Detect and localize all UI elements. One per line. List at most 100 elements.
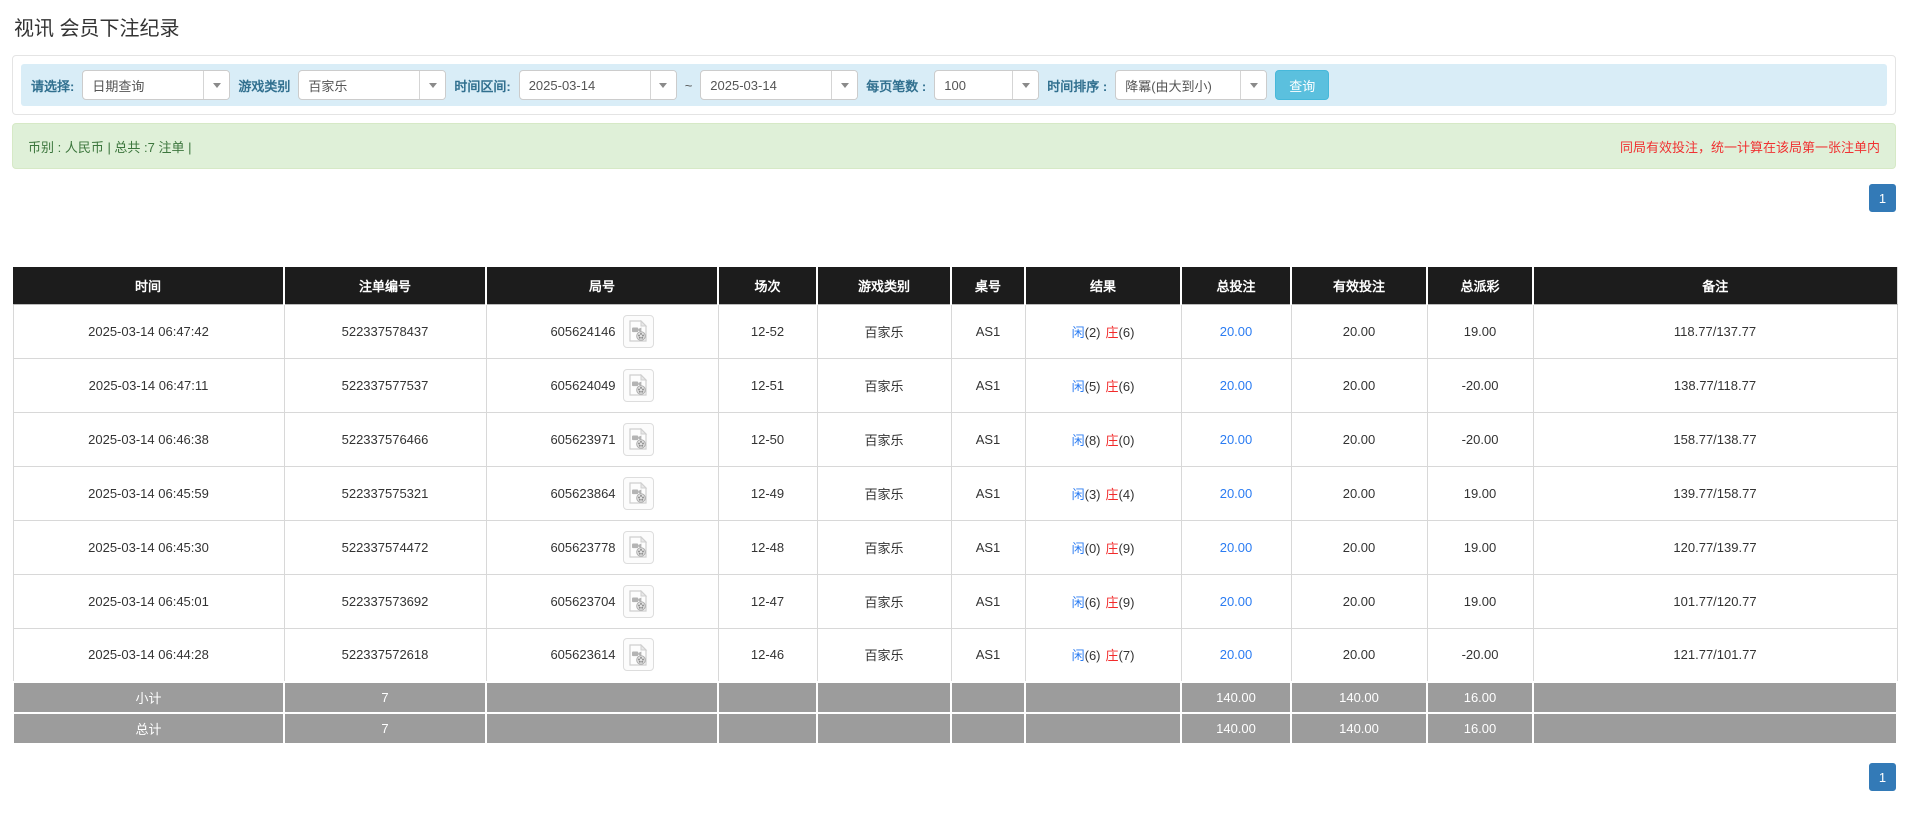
filter-panel: 请选择: 日期查询 游戏类别 百家乐 时间区间: 2025-03-14 ~ 20…	[12, 55, 1896, 115]
table-row: 2025-03-14 06:47:11 522337577537 6056240…	[13, 358, 1897, 412]
cell-bet-id: 522337578437	[284, 304, 486, 358]
cell-total-bet: 20.00	[1181, 520, 1291, 574]
chevron-down-icon	[650, 71, 676, 99]
total-row: 总计7140.00140.0016.00	[13, 713, 1897, 744]
total-bet-link[interactable]: 20.00	[1220, 432, 1253, 447]
query-button[interactable]: 查询	[1275, 70, 1329, 100]
summary-cell	[1025, 713, 1181, 744]
round-id-text: 605623614	[550, 647, 615, 662]
total-bet-link[interactable]: 20.00	[1220, 647, 1253, 662]
player-result-value: (3)	[1085, 487, 1101, 502]
chevron-down-icon	[1012, 71, 1038, 99]
page-button-1[interactable]: 1	[1869, 184, 1896, 212]
video-replay-button[interactable]	[623, 369, 654, 402]
player-result-label: 闲	[1072, 648, 1085, 663]
cell-valid-bet: 20.00	[1291, 574, 1427, 628]
total-bet-link[interactable]: 20.00	[1220, 540, 1253, 555]
table-row: 2025-03-14 06:45:59 522337575321 6056238…	[13, 466, 1897, 520]
subtotal-row: 小计7140.00140.0016.00	[13, 682, 1897, 713]
cell-game-type: 百家乐	[817, 466, 951, 520]
column-header: 备注	[1533, 267, 1897, 304]
banker-result-value: (6)	[1119, 325, 1135, 340]
chevron-down-icon	[203, 71, 229, 99]
cell-table-no: AS1	[951, 466, 1025, 520]
summary-cell	[951, 713, 1025, 744]
cell-bet-id: 522337577537	[284, 358, 486, 412]
cell-table-no: AS1	[951, 304, 1025, 358]
total-bet-link[interactable]: 20.00	[1220, 324, 1253, 339]
column-header: 总派彩	[1427, 267, 1533, 304]
cell-valid-bet: 20.00	[1291, 628, 1427, 682]
total-bet-link[interactable]: 20.00	[1220, 378, 1253, 393]
cell-valid-bet: 20.00	[1291, 412, 1427, 466]
column-header: 时间	[13, 267, 284, 304]
cell-valid-bet: 20.00	[1291, 520, 1427, 574]
summary-cell: 小计	[13, 682, 284, 713]
video-replay-button[interactable]	[623, 423, 654, 456]
cell-remark: 118.77/137.77	[1533, 304, 1897, 358]
player-result-label: 闲	[1072, 433, 1085, 448]
cell-time: 2025-03-14 06:45:01	[13, 574, 284, 628]
range-separator: ~	[685, 78, 693, 93]
cell-session: 12-48	[718, 520, 817, 574]
cell-round-id: 605624049	[486, 358, 718, 412]
column-header: 游戏类别	[817, 267, 951, 304]
cell-table-no: AS1	[951, 520, 1025, 574]
round-id-text: 605624146	[550, 324, 615, 339]
cell-payout: 19.00	[1427, 520, 1533, 574]
chevron-down-icon	[419, 71, 445, 99]
banker-result-value: (0)	[1119, 433, 1135, 448]
banker-result-label: 庄	[1106, 433, 1119, 448]
cell-result: 闲(8)庄(0)	[1025, 412, 1181, 466]
game-type-select[interactable]: 百家乐	[298, 70, 446, 100]
column-header: 结果	[1025, 267, 1181, 304]
banker-result-value: (4)	[1119, 487, 1135, 502]
banker-result-label: 庄	[1106, 325, 1119, 340]
player-result-value: (0)	[1085, 541, 1101, 556]
column-header: 桌号	[951, 267, 1025, 304]
summary-cell: 16.00	[1427, 682, 1533, 713]
video-replay-button[interactable]	[623, 477, 654, 510]
date-from-input[interactable]: 2025-03-14	[519, 70, 677, 100]
cell-payout: 19.00	[1427, 304, 1533, 358]
player-result-value: (6)	[1085, 595, 1101, 610]
cell-remark: 120.77/139.77	[1533, 520, 1897, 574]
date-to-input[interactable]: 2025-03-14	[700, 70, 858, 100]
video-icon	[628, 482, 648, 504]
cell-result: 闲(3)庄(4)	[1025, 466, 1181, 520]
cell-bet-id: 522337576466	[284, 412, 486, 466]
cell-session: 12-46	[718, 628, 817, 682]
page-size-select[interactable]: 100	[934, 70, 1039, 100]
page-button-1[interactable]: 1	[1869, 763, 1896, 791]
player-result-value: (5)	[1085, 379, 1101, 394]
table-row: 2025-03-14 06:46:38 522337576466 6056239…	[13, 412, 1897, 466]
total-bet-link[interactable]: 20.00	[1220, 594, 1253, 609]
table-row: 2025-03-14 06:45:01 522337573692 6056237…	[13, 574, 1897, 628]
cell-remark: 158.77/138.77	[1533, 412, 1897, 466]
video-replay-button[interactable]	[623, 638, 654, 671]
summary-cell: 7	[284, 713, 486, 744]
banker-result-value: (9)	[1119, 541, 1135, 556]
video-icon	[628, 428, 648, 450]
banker-result-label: 庄	[1106, 487, 1119, 502]
cell-round-id: 605623614	[486, 628, 718, 682]
cell-result: 闲(6)庄(7)	[1025, 628, 1181, 682]
video-replay-button[interactable]	[623, 585, 654, 618]
cell-table-no: AS1	[951, 412, 1025, 466]
query-type-select[interactable]: 日期查询	[82, 70, 230, 100]
total-bet-link[interactable]: 20.00	[1220, 486, 1253, 501]
player-result-label: 闲	[1072, 325, 1085, 340]
cell-game-type: 百家乐	[817, 358, 951, 412]
cell-table-no: AS1	[951, 628, 1025, 682]
video-replay-button[interactable]	[623, 315, 654, 348]
video-replay-button[interactable]	[623, 531, 654, 564]
cell-result: 闲(0)庄(9)	[1025, 520, 1181, 574]
time-sort-select[interactable]: 降冪(由大到小)	[1115, 70, 1267, 100]
cell-total-bet: 20.00	[1181, 304, 1291, 358]
video-icon	[628, 644, 648, 666]
banker-result-label: 庄	[1106, 595, 1119, 610]
table-row: 2025-03-14 06:45:30 522337574472 6056237…	[13, 520, 1897, 574]
banker-result-label: 庄	[1106, 379, 1119, 394]
player-result-label: 闲	[1072, 379, 1085, 394]
summary-cell	[718, 713, 817, 744]
